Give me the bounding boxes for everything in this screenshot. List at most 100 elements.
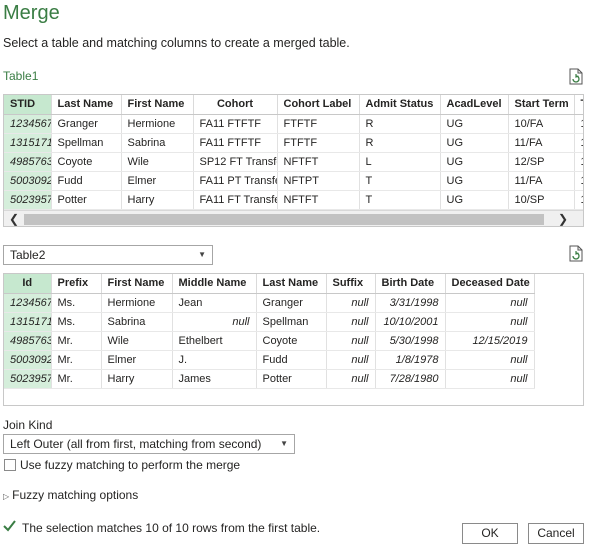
table2-column-header[interactable]: Middle Name <box>172 274 257 294</box>
table-cell: null <box>445 312 535 332</box>
table-cell: J. <box>172 350 257 370</box>
table-cell: 5/30/1998 <box>375 331 446 351</box>
table1-column-header[interactable]: Admit Status <box>359 95 441 115</box>
table1-column-header[interactable]: AcadLevel <box>440 95 509 115</box>
match-status-text: The selection matches 10 of 10 rows from… <box>22 521 321 535</box>
table1-column-header[interactable]: Cohort Label <box>277 95 360 115</box>
table-cell: 5003092 <box>4 171 52 191</box>
ok-button[interactable]: OK <box>462 523 518 544</box>
table-cell: 1 <box>574 171 583 191</box>
table2-column-header[interactable]: Id <box>4 274 52 294</box>
table-cell: 1315171 <box>4 312 52 332</box>
chevron-down-icon: ▼ <box>198 250 206 259</box>
table-cell: Elmer <box>121 171 194 191</box>
refresh-preview-icon[interactable] <box>568 245 584 262</box>
table-cell: Coyote <box>51 152 122 172</box>
table-cell: FA11 FTFTF <box>193 114 278 134</box>
table2-preview: Id Prefix First Name Middle Name Last Na… <box>3 273 584 406</box>
refresh-preview-icon[interactable] <box>568 68 584 85</box>
table-cell: R <box>359 133 441 153</box>
table-cell: 11/FA <box>508 171 575 191</box>
table-cell: Fudd <box>51 171 122 191</box>
table-cell: FTFTF <box>277 114 360 134</box>
table-cell: FA11 PT Transfer <box>193 171 278 191</box>
table-cell: null <box>326 369 376 389</box>
table2-column-header[interactable]: Last Name <box>256 274 327 294</box>
table-cell: null <box>445 369 535 389</box>
table-cell: Granger <box>256 293 327 313</box>
second-table-select[interactable]: Table2 ▼ <box>3 245 213 265</box>
fuzzy-matching-checkbox-label[interactable]: Use fuzzy matching to perform the merge <box>20 458 240 472</box>
cancel-button[interactable]: Cancel <box>528 523 584 544</box>
table-cell: UG <box>440 114 509 134</box>
table1-name: Table1 <box>3 69 39 83</box>
table1-column-header[interactable]: STID <box>4 95 52 115</box>
table-cell: Mr. <box>51 369 102 389</box>
table-cell: null <box>326 293 376 313</box>
dialog-description: Select a table and matching columns to c… <box>3 36 350 50</box>
table2-column-header[interactable]: Prefix <box>51 274 102 294</box>
table-cell: Hermione <box>121 114 194 134</box>
table1-grid: STID Last Name First Name Cohort Cohort … <box>4 95 583 210</box>
table-cell: 1234567 <box>4 293 52 313</box>
table2-column-header[interactable]: Birth Date <box>375 274 446 294</box>
table1-column-header[interactable]: Last Name <box>51 95 122 115</box>
table1-column-header[interactable]: First Name <box>121 95 194 115</box>
table-cell: Harry <box>101 369 173 389</box>
table-cell: null <box>326 350 376 370</box>
table-cell: 1 <box>574 190 583 210</box>
table1-column-header[interactable]: Start Term <box>508 95 575 115</box>
table1-preview: STID Last Name First Name Cohort Cohort … <box>3 94 584 227</box>
table-cell: null <box>326 331 376 351</box>
table-row: 1315171 Spellman Sabrina FA11 FTFTF FTFT… <box>4 133 583 153</box>
scroll-right-icon[interactable]: ❯ <box>555 211 571 227</box>
join-kind-select-value: Left Outer (all from first, matching fro… <box>10 437 262 451</box>
table-cell: T <box>359 171 441 191</box>
join-kind-label: Join Kind <box>3 418 53 432</box>
table-cell: 1315171 <box>4 133 52 153</box>
table-cell: Mr. <box>51 331 102 351</box>
table-cell: FTFTF <box>277 133 360 153</box>
table-cell: NFTPT <box>277 171 360 191</box>
fuzzy-matching-options-toggle[interactable]: ▷ Fuzzy matching options <box>3 488 138 502</box>
scrollbar-thumb[interactable] <box>24 213 544 225</box>
table2-column-header[interactable]: First Name <box>101 274 173 294</box>
fuzzy-matching-checkbox[interactable] <box>4 459 16 471</box>
table-cell: 11/FA <box>508 133 575 153</box>
table-cell: 12/SP <box>508 152 575 172</box>
table-cell: 4985763 <box>4 331 52 351</box>
table-cell: Ethelbert <box>172 331 257 351</box>
horizontal-scrollbar[interactable]: ❮ ❯ <box>4 209 583 227</box>
table1-column-header[interactable]: T <box>574 95 583 115</box>
table-cell: James <box>172 369 257 389</box>
fuzzy-matching-options-label: Fuzzy matching options <box>12 488 139 502</box>
table-cell: 1 <box>574 152 583 172</box>
table-cell: null <box>326 312 376 332</box>
table-cell: UG <box>440 133 509 153</box>
table2-column-header[interactable]: Deceased Date <box>445 274 535 294</box>
table-cell: NFTFT <box>277 190 360 210</box>
table1-column-header[interactable]: Cohort <box>193 95 278 115</box>
table-row: 1234567 Ms. Hermione Jean Granger null 3… <box>4 293 535 313</box>
table-cell: 1/8/1978 <box>375 350 446 370</box>
table-cell: Elmer <box>101 350 173 370</box>
table-row: 5003092 Fudd Elmer FA11 PT Transfer NFTP… <box>4 171 583 191</box>
table-cell: Harry <box>121 190 194 210</box>
table-cell: Jean <box>172 293 257 313</box>
scroll-left-icon[interactable]: ❮ <box>6 211 22 227</box>
table-row: 4985763 Mr. Wile Ethelbert Coyote null 5… <box>4 331 535 351</box>
table-cell: null <box>445 293 535 313</box>
table2-column-header[interactable]: Suffix <box>326 274 376 294</box>
table-row: 4985763 Coyote Wile SP12 FT Transfer NFT… <box>4 152 583 172</box>
table2-grid: Id Prefix First Name Middle Name Last Na… <box>4 274 535 389</box>
table-cell: 1 <box>574 133 583 153</box>
table-cell: 5003092 <box>4 350 52 370</box>
table-cell: 4985763 <box>4 152 52 172</box>
join-kind-select[interactable]: Left Outer (all from first, matching fro… <box>3 434 295 454</box>
table-row: 5023957 Mr. Harry James Potter null 7/28… <box>4 369 535 389</box>
table-cell: Sabrina <box>101 312 173 332</box>
table-cell: Sabrina <box>121 133 194 153</box>
chevron-down-icon: ▼ <box>280 439 288 448</box>
table-cell: 7/28/1980 <box>375 369 446 389</box>
table-cell: Potter <box>51 190 122 210</box>
